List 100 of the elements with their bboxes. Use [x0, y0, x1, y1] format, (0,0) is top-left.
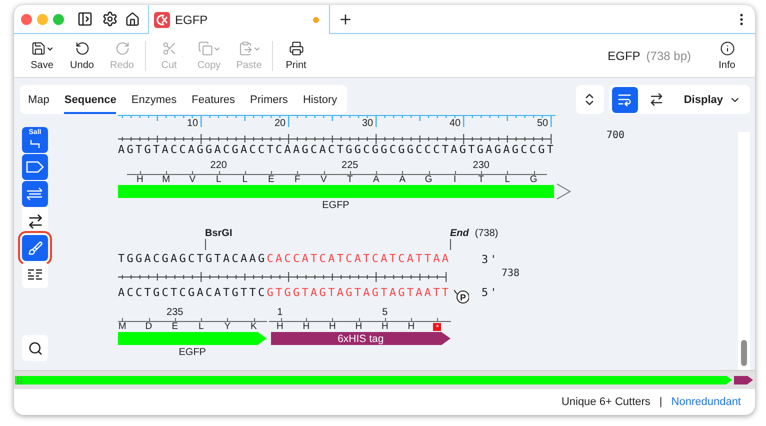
- copy-icon: [198, 41, 212, 56]
- amino-acid: H: [302, 322, 310, 332]
- amino-acid: D: [145, 322, 152, 332]
- search-icon: [28, 340, 42, 356]
- view-tab[interactable]: History: [302, 85, 338, 114]
- sequence-length: (738 bp): [646, 48, 691, 62]
- sequence-text: TGGACGAGCTGTACAAG: [118, 252, 267, 265]
- undo-icon: [74, 41, 90, 56]
- view-tab[interactable]: Sequence: [64, 85, 116, 114]
- strands-tool-button[interactable]: [22, 181, 48, 207]
- amino-acid: H: [408, 322, 415, 332]
- position-number: 738: [502, 268, 520, 279]
- amino-acid: L: [242, 175, 248, 185]
- amino-acid: L: [216, 175, 222, 185]
- wrap-button[interactable]: [612, 86, 638, 112]
- tab-title: EGFP: [175, 12, 209, 26]
- text-wrap-icon: [617, 92, 632, 107]
- arrows-icon: [26, 212, 44, 230]
- strand-end-label: 5': [482, 286, 499, 299]
- view-tab[interactable]: Primers: [250, 85, 288, 114]
- cut-site-line: [450, 239, 451, 250]
- amino-acid: T: [478, 175, 484, 185]
- position-label: (738): [474, 228, 498, 239]
- document-name: EGFP: [608, 48, 640, 62]
- brush-icon: [28, 240, 42, 256]
- enzyme-label[interactable]: BsrGI: [205, 228, 232, 239]
- home-icon[interactable]: [125, 12, 140, 26]
- feature-arrow-icon: [26, 161, 44, 173]
- table-icon: [27, 268, 43, 282]
- feature-label: EGFP: [322, 200, 350, 212]
- document-tab[interactable]: EGFP: [148, 5, 330, 34]
- ruler-number: 30: [362, 118, 374, 129]
- amino-acid: E: [268, 175, 274, 185]
- ruler-number: 50: [537, 118, 548, 129]
- amino-acid: L: [504, 175, 510, 185]
- sequence-text: GTGGTAGTAGTAGTAGTAATT: [266, 286, 451, 298]
- amino-acid: E: [172, 322, 178, 332]
- amino-acid: H: [276, 322, 284, 332]
- residue-number: 220: [210, 161, 227, 171]
- stop-codon: *: [433, 323, 442, 331]
- feature-label: EGFP: [178, 347, 206, 359]
- sequence-text: CACCATCATCATCATCATTAA: [266, 252, 451, 265]
- colors-tool-button[interactable]: [22, 235, 48, 261]
- window-close-button[interactable]: [21, 14, 32, 24]
- new-tab-icon[interactable]: [338, 12, 353, 26]
- info-icon: [720, 41, 734, 56]
- separator: |: [659, 396, 662, 408]
- features-tool-button[interactable]: [22, 154, 48, 180]
- double-strand-icon: [26, 187, 44, 201]
- view-tab[interactable]: Enzymes: [131, 85, 177, 114]
- sequence-text: ACCTGCTCGACATGTTC: [118, 286, 267, 298]
- sidebar-icon[interactable]: [77, 11, 93, 27]
- enzyme-set-label: Unique 6+ Cutters: [561, 396, 650, 408]
- print-icon: [288, 41, 304, 56]
- enzyme-label[interactable]: End: [450, 228, 469, 239]
- amino-acid: H: [381, 322, 388, 332]
- save-button[interactable]: Save: [22, 40, 62, 70]
- residue-number: 1: [277, 308, 283, 318]
- residue-number: 235: [166, 308, 184, 318]
- overview-feature-bar[interactable]: [734, 376, 753, 384]
- phosphate-icon: P: [454, 289, 468, 304]
- amino-acid: Y: [224, 322, 231, 332]
- residue-number: 5: [382, 308, 388, 318]
- cut-site-icon: [28, 140, 42, 148]
- view-tab[interactable]: Features: [192, 85, 236, 114]
- amino-acid: A: [372, 175, 380, 185]
- cut-site-line: [205, 239, 206, 250]
- amino-acid: F: [294, 175, 300, 185]
- nonredundant-link[interactable]: Nonredundant: [671, 396, 741, 408]
- amino-acid: L: [198, 322, 204, 332]
- amino-acid: H: [355, 322, 362, 332]
- ruler-number: 20: [274, 118, 286, 129]
- amino-acid: H: [136, 175, 144, 185]
- amino-acid: G: [424, 175, 432, 185]
- residue-number: 225: [342, 161, 358, 171]
- redo-icon: [114, 41, 130, 56]
- amino-acid: T: [346, 175, 353, 185]
- ruler-number: 10: [187, 118, 198, 129]
- view-tab[interactable]: Map: [28, 85, 50, 114]
- undo-button[interactable]: Undo: [62, 40, 102, 70]
- search-button[interactable]: [22, 335, 48, 361]
- amino-acid: I: [454, 175, 456, 185]
- translation-table-tool-button[interactable]: [22, 262, 48, 288]
- residue-number: 230: [472, 161, 490, 171]
- paste-icon: [238, 41, 252, 56]
- info-button[interactable]: Info: [707, 40, 747, 70]
- amino-acid: K: [250, 322, 257, 332]
- settings-icon[interactable]: [102, 11, 118, 27]
- scrollbar-thumb[interactable]: [741, 340, 747, 366]
- strand-end-label: 3': [482, 252, 499, 266]
- amino-acid: G: [530, 175, 538, 185]
- save-icon: [30, 41, 46, 56]
- grip-icon[interactable]: [17, 376, 22, 384]
- amino-acid: V: [320, 175, 327, 185]
- amino-acid: M: [162, 175, 170, 185]
- amino-acid: V: [189, 175, 196, 185]
- arrows-icon: [649, 92, 664, 107]
- ruler-number: 40: [450, 118, 461, 129]
- app-logo-icon: [154, 12, 170, 28]
- print-button[interactable]: Print: [276, 40, 316, 70]
